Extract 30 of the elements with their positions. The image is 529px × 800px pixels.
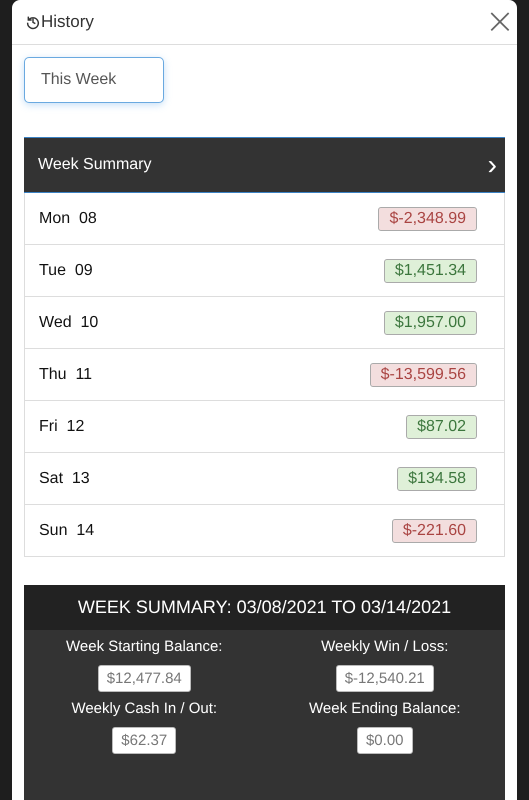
amount-badge: $-2,348.99	[378, 206, 477, 230]
day-label: Mon 08	[39, 210, 97, 228]
amount-badge: $134.58	[397, 466, 477, 490]
stat-label: Week Ending Balance:	[309, 700, 460, 717]
day-label: Wed 10	[39, 314, 98, 332]
stat-value: $-12,540.21	[336, 665, 434, 692]
day-label: Sat 13	[39, 470, 90, 488]
header-label: Week Summary	[38, 156, 152, 174]
close-button[interactable]: ×	[482, 4, 517, 40]
stat-value: $0.00	[356, 727, 413, 754]
chevron-icon: ›	[488, 151, 497, 179]
day-label: Fri 12	[39, 418, 84, 436]
period-field[interactable]: This Week	[24, 57, 164, 103]
amount-badge: $-13,599.56	[370, 362, 477, 386]
stat-value: $62.37	[112, 727, 176, 754]
day-label: Tue 09	[39, 262, 93, 280]
dialog-title: History	[25, 12, 94, 32]
stat-label: Weekly Cash In / Out:	[71, 700, 218, 717]
stat-label: Week Starting Balance:	[66, 638, 222, 655]
stat-label: Weekly Win / Loss:	[321, 638, 448, 655]
day-label: Thu 11	[39, 366, 92, 384]
day-label: Sun 14	[39, 522, 94, 540]
stat-value: $12,477.84	[98, 665, 191, 692]
amount-badge: $-221.60	[392, 518, 477, 542]
week-summary-header[interactable]: Week Summary ›	[24, 137, 505, 193]
amount-badge: $1,957.00	[384, 310, 477, 334]
history-icon	[25, 14, 41, 30]
amount-badge: $87.02	[406, 414, 477, 438]
amount-badge: $1,451.34	[384, 258, 477, 282]
summary-title: WEEK SUMMARY: 03/08/2021 TO 03/14/2021	[24, 585, 505, 630]
